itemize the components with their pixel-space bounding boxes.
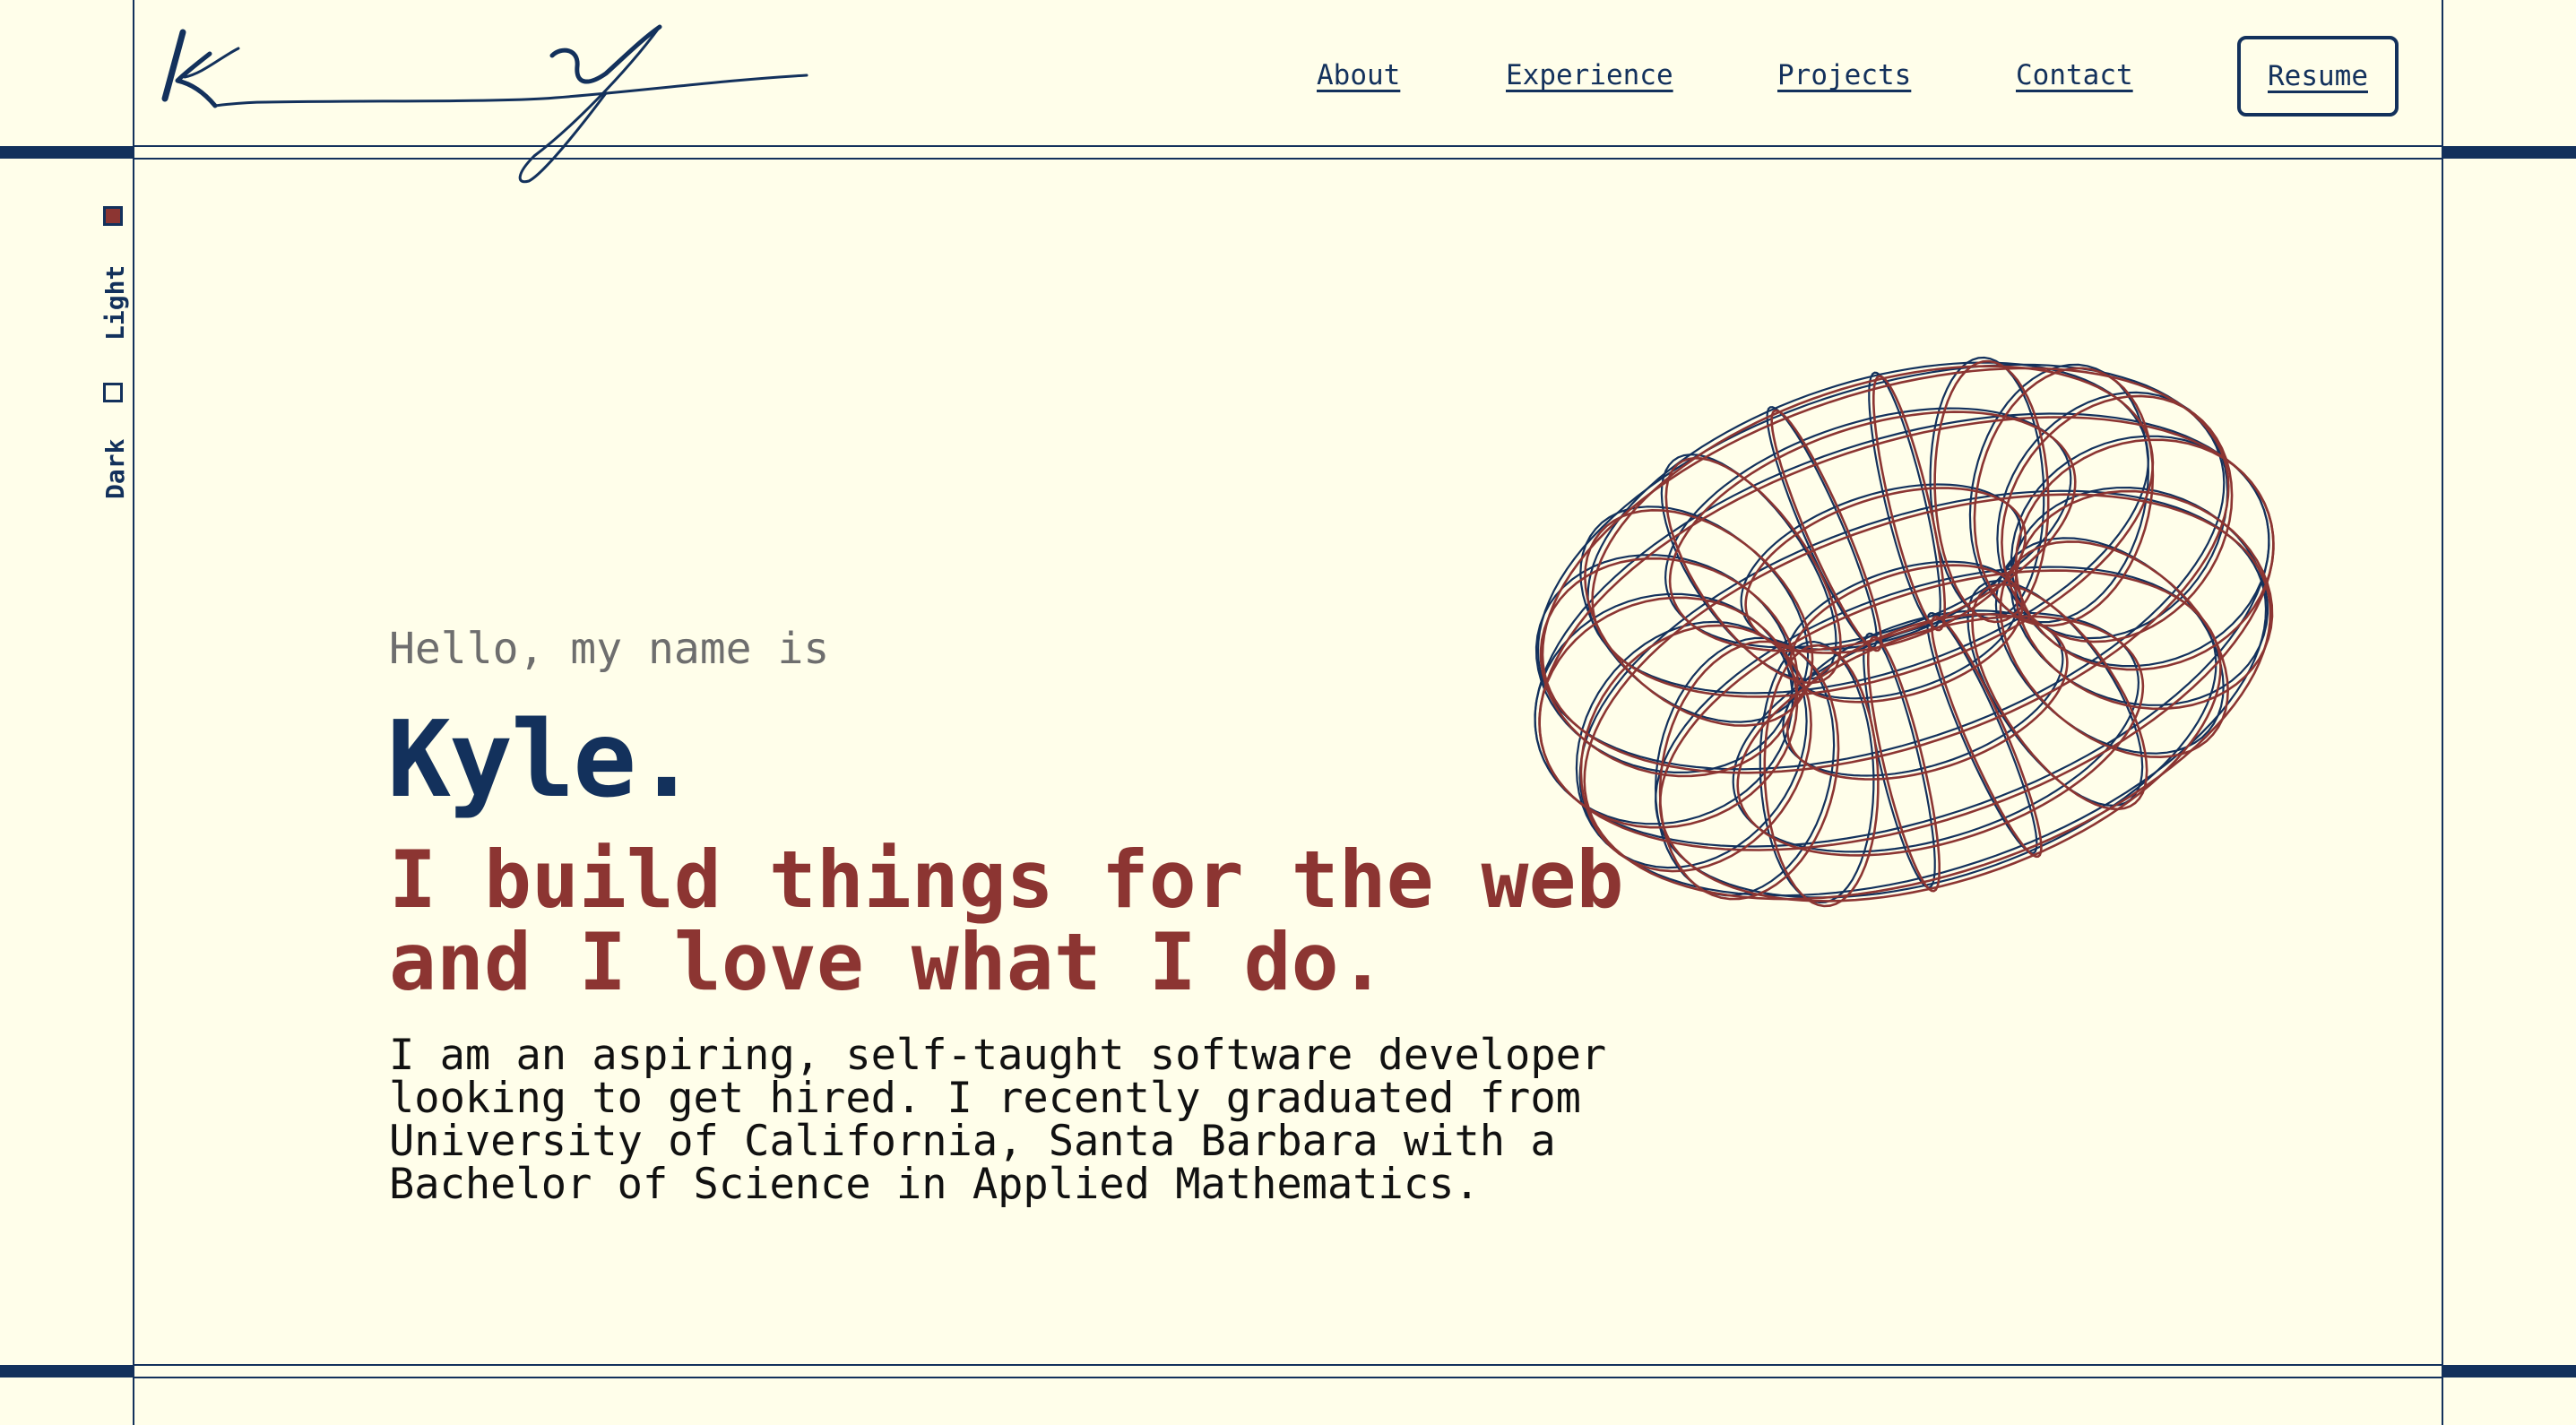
torus-wire	[1536, 363, 2226, 771]
nav-experience[interactable]: Experience	[1506, 59, 1673, 91]
header-bar-left	[0, 146, 133, 159]
torus-wire	[1534, 554, 1794, 774]
signature-logo[interactable]	[158, 22, 812, 192]
resume-button[interactable]: Resume	[2237, 36, 2399, 117]
hero-greeting: Hello, my name is	[389, 624, 830, 674]
footer-divider-top	[134, 1364, 2443, 1366]
hero-description-line: Bachelor of Science in Applied Mathemati…	[389, 1160, 1480, 1209]
nav-about[interactable]: About	[1317, 59, 1400, 91]
wireframe-torus-art	[1515, 323, 2295, 950]
dark-theme-checkbox[interactable]	[103, 383, 123, 402]
frame-left-line	[133, 0, 134, 1425]
hero-description-line: looking to get hired. I recently graduat…	[389, 1074, 1581, 1123]
theme-toggle: Light Dark	[93, 203, 133, 507]
wireframe-torus-icon	[1534, 356, 2275, 908]
header-bar-right	[2443, 146, 2576, 159]
light-theme-label[interactable]: Light	[100, 265, 130, 341]
hero-name: Kyle.	[387, 697, 698, 821]
torus-wire	[1578, 489, 2268, 897]
hero-description-line: University of California, Santa Barbara …	[389, 1117, 1556, 1166]
dark-theme-label[interactable]: Dark	[100, 439, 130, 499]
footer-divider-bottom	[134, 1377, 2443, 1378]
hero-description: I am an aspiring, self-taught software d…	[389, 1034, 1644, 1206]
footer-bar-right	[2443, 1365, 2576, 1378]
hero-description-line: I am an aspiring, self-taught software d…	[389, 1031, 1607, 1080]
nav-contact[interactable]: Contact	[2016, 59, 2133, 91]
logo-signature-icon	[161, 24, 808, 184]
nav-projects[interactable]: Projects	[1777, 59, 1911, 91]
footer-bar-left	[0, 1365, 133, 1378]
torus-wire	[2014, 489, 2274, 711]
light-theme-checkbox[interactable]	[103, 206, 123, 226]
frame-right-line	[2442, 0, 2443, 1425]
